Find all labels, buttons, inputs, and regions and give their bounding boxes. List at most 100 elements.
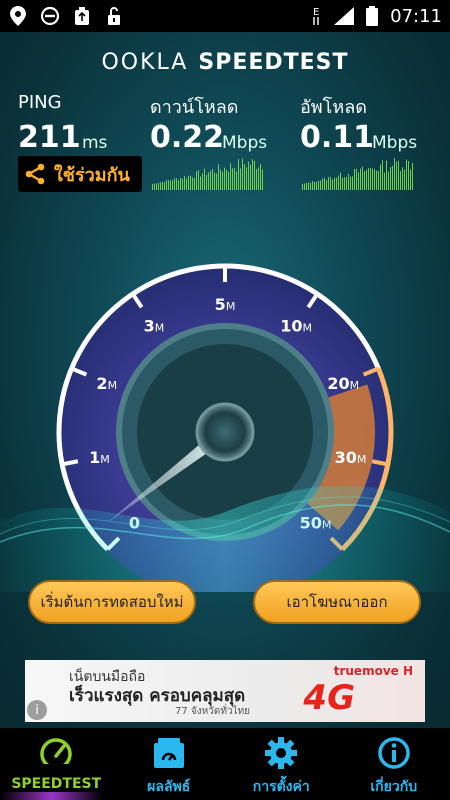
graph-bar	[408, 161, 409, 190]
graph-bar	[372, 168, 373, 190]
graph-bar	[164, 182, 165, 190]
graph-bar	[192, 177, 193, 190]
graph-bar	[182, 178, 183, 190]
graph-bar	[340, 172, 341, 190]
graph-bar	[232, 168, 233, 190]
graph-bar	[246, 167, 247, 190]
graph-bar	[328, 177, 329, 190]
graph-bar	[394, 158, 395, 190]
nav-settings[interactable]: การตั้งค่า	[225, 728, 338, 800]
graph-bar	[204, 168, 205, 190]
graph-bar	[222, 171, 223, 190]
upload-unit: Mbps	[372, 133, 418, 153]
graph-bar	[352, 176, 353, 190]
nav-results[interactable]: ผลลัพธ์	[113, 728, 226, 800]
graph-bar	[392, 165, 393, 190]
graph-bar	[152, 184, 153, 190]
graph-bar	[402, 167, 403, 190]
graph-bar	[188, 175, 189, 190]
app-logo: OOKLA SPEEDTEST	[0, 50, 450, 75]
graph-bar	[360, 168, 361, 190]
graph-bar	[364, 171, 365, 190]
nav-about-label: เกี่ยวกับ	[370, 779, 418, 795]
graph-bar	[160, 182, 161, 190]
download-label: ดาวน์โหลด	[150, 97, 239, 118]
graph-bar	[252, 159, 253, 190]
graph-bar	[406, 159, 407, 190]
graph-bar	[378, 170, 379, 190]
unlock-icon	[104, 6, 124, 26]
ad-line3: 77 จังหวัดทั่วไทย	[175, 706, 251, 717]
graph-bar	[344, 177, 345, 190]
graph-bar	[308, 182, 309, 190]
remove-ads-button[interactable]: เอาโฆษณาออก	[253, 580, 421, 624]
graph-bar	[390, 167, 391, 190]
graph-bar	[318, 180, 319, 190]
graph-bar	[262, 169, 263, 190]
graph-bar	[386, 160, 387, 190]
graph-bar	[316, 181, 317, 190]
graph-bar	[194, 177, 195, 190]
graph-bar	[254, 160, 255, 190]
ad-banner[interactable]: เน็ตบนมือถือ เร็วแรงสุด ครอบคลุมสุด 77 จ…	[25, 660, 425, 722]
gear-icon	[264, 736, 298, 770]
graph-bar	[218, 164, 219, 190]
restart-test-button[interactable]: เริ่มต้นการทดสอบใหม่	[28, 580, 196, 624]
ping-label: PING	[18, 92, 62, 113]
graph-bar	[336, 177, 337, 190]
graph-bar	[338, 175, 339, 190]
graph-bar	[312, 181, 313, 190]
graph-bar	[174, 178, 175, 190]
graph-bar	[332, 179, 333, 190]
graph-bar	[242, 158, 243, 190]
status-bar: E 07:11	[0, 0, 450, 32]
graph-bar	[410, 169, 411, 190]
graph-bar	[214, 172, 215, 190]
graph-bar	[322, 178, 323, 190]
graph-bar	[248, 161, 249, 190]
graph-bar	[346, 177, 347, 190]
graph-bar	[156, 183, 157, 190]
graph-bar	[180, 177, 181, 190]
graph-bar	[224, 167, 225, 190]
graph-bar	[366, 169, 367, 190]
graph-bar	[376, 170, 377, 190]
graph-bar	[244, 164, 245, 190]
ad-info-icon[interactable]: i	[27, 700, 47, 720]
ping-unit: ms	[82, 133, 108, 153]
graph-bar	[412, 162, 413, 190]
graph-bar	[226, 169, 227, 190]
graph-bar	[158, 182, 159, 190]
graph-bar	[396, 161, 397, 190]
graph-bar	[202, 173, 203, 190]
signal-icon	[334, 6, 355, 26]
graph-bar	[190, 175, 191, 190]
nav-speedtest[interactable]: SPEEDTEST	[0, 728, 113, 800]
upload-value: 0.11	[300, 120, 375, 155]
ping-value: 211	[18, 120, 81, 155]
graph-bar	[168, 180, 169, 190]
download-unit: Mbps	[222, 133, 268, 153]
graph-bar	[238, 159, 239, 190]
speedometer-icon	[38, 736, 74, 770]
graph-bar	[212, 169, 213, 190]
graph-bar	[368, 168, 369, 190]
graph-bar	[356, 168, 357, 190]
info-icon	[377, 736, 411, 770]
graph-bar	[186, 178, 187, 190]
results-icon	[152, 736, 186, 770]
gauge-hub	[195, 402, 255, 462]
graph-bar	[172, 180, 173, 190]
nav-about[interactable]: เกี่ยวกับ	[338, 728, 450, 800]
graph-bar	[178, 180, 179, 190]
nav-results-label: ผลลัพธ์	[147, 779, 191, 795]
graph-bar	[384, 172, 385, 190]
graph-bar	[362, 166, 363, 190]
logo-ookla: OOKLA	[101, 50, 189, 75]
graph-bar	[400, 170, 401, 190]
upload-label: อัพโหลด	[300, 97, 367, 118]
do-not-disturb-icon	[40, 6, 60, 26]
graph-bar	[198, 170, 199, 190]
share-button[interactable]: ใช้ร่วมกัน	[18, 156, 142, 192]
graph-bar	[196, 171, 197, 190]
